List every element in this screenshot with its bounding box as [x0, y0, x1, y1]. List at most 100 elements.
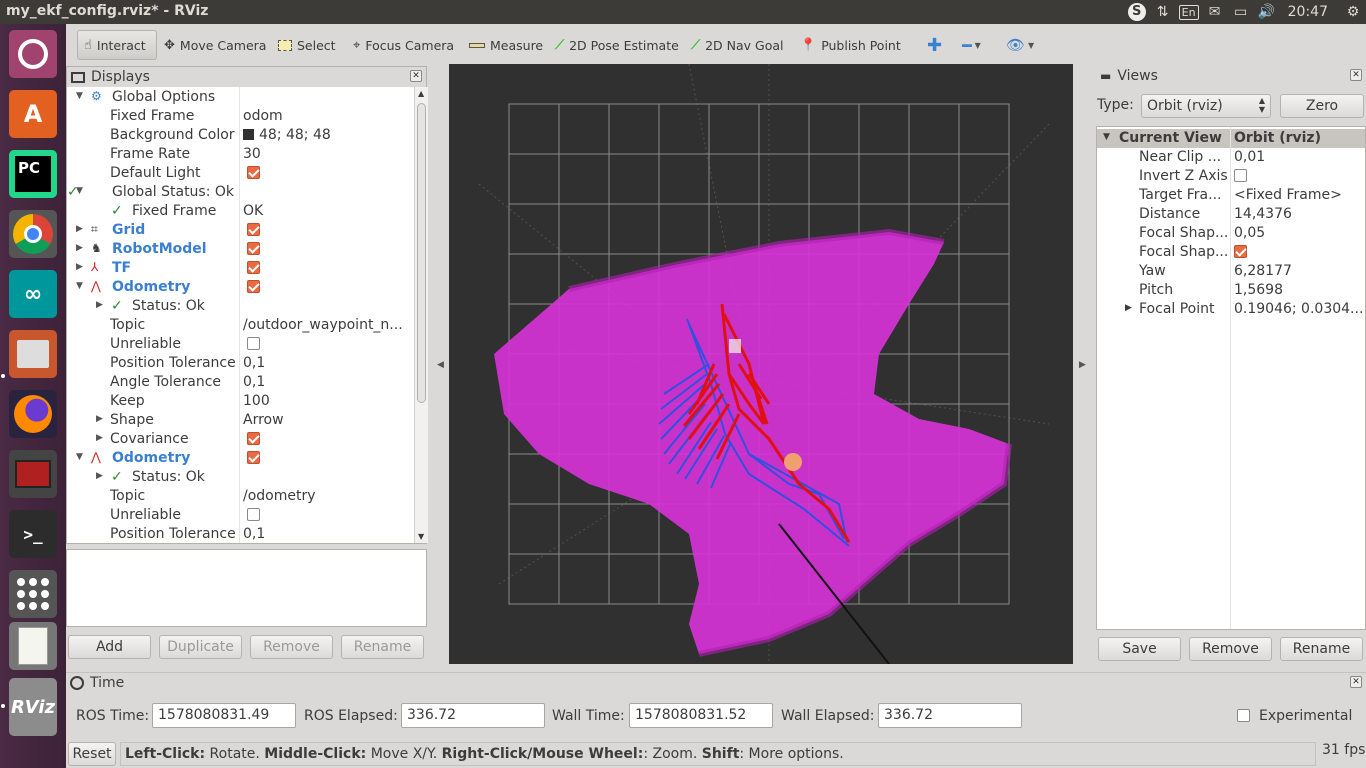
collapse-right-icon[interactable]: ▶	[1079, 360, 1086, 370]
volume-icon[interactable]: 🔊	[1254, 0, 1280, 24]
duplicate-button[interactable]: Duplicate	[159, 635, 242, 659]
rviz-icon[interactable]: RViz	[9, 678, 57, 736]
expand-arrow-icon[interactable]: ▶	[96, 300, 103, 310]
expand-arrow-icon[interactable]: ▶	[76, 243, 83, 253]
skype-icon[interactable]: S	[1124, 0, 1150, 24]
ubuntu-icon[interactable]	[9, 30, 57, 78]
display-row[interactable]: ▼ ⚙ Global Options	[67, 88, 414, 107]
display-row[interactable]: Frame Rate 30	[67, 145, 414, 164]
property-checkbox[interactable]	[1234, 245, 1247, 258]
expand-arrow-icon[interactable]: ▶	[1125, 303, 1132, 313]
publish-point-tool-button[interactable]: 📍 Publish Point	[794, 30, 907, 60]
pycharm-icon[interactable]: PC	[9, 150, 57, 198]
view-property-row[interactable]: Yaw 6,28177	[1097, 262, 1365, 281]
display-row[interactable]: Position Tolerance 0,1	[67, 354, 414, 373]
display-row-value-cell[interactable]: OK	[243, 203, 413, 219]
display-row-value-cell[interactable]	[243, 336, 413, 352]
view-property-row[interactable]: Distance 14,4376	[1097, 205, 1365, 224]
color-swatch[interactable]	[243, 129, 254, 140]
files-icon[interactable]	[9, 330, 57, 378]
display-row[interactable]: Unreliable	[67, 506, 414, 525]
expand-arrow-icon[interactable]: ▶	[96, 471, 103, 481]
collapse-arrow-icon[interactable]: ▼	[76, 91, 83, 101]
scene-render[interactable]	[449, 64, 1073, 664]
view-property-value[interactable]: 14,4376	[1234, 206, 1364, 222]
view-property-row[interactable]: Pitch 1,5698	[1097, 281, 1365, 300]
display-row-value-cell[interactable]: /outdoor_waypoint_n...	[243, 317, 413, 333]
collapse-arrow-icon[interactable]: ▼	[76, 281, 83, 291]
network-transfer-icon[interactable]: ⇅	[1150, 0, 1176, 24]
expand-arrow-icon[interactable]: ▼	[1103, 132, 1110, 142]
display-row-value-cell[interactable]: 0,1	[243, 355, 413, 371]
display-row[interactable]: ▶ ⌗ Grid	[67, 221, 414, 240]
view-type-select[interactable]: Orbit (rviz) ▲ ▼	[1141, 94, 1271, 118]
display-row[interactable]: ▶ Shape Arrow	[67, 411, 414, 430]
close-icon[interactable]: ✕	[1350, 676, 1362, 688]
pose-estimate-tool-button[interactable]: ⟋ 2D Pose Estimate	[549, 30, 685, 60]
enabled-checkbox[interactable]	[247, 337, 260, 350]
property-checkbox[interactable]	[1234, 169, 1247, 182]
view-property-value[interactable]	[1234, 244, 1364, 260]
enabled-checkbox[interactable]	[247, 280, 260, 293]
display-row[interactable]: ✓ Fixed Frame OK	[67, 202, 414, 221]
rename-view-button[interactable]: Rename	[1280, 637, 1363, 661]
move-camera-tool-button[interactable]: ✥ Move Camera	[158, 30, 272, 60]
remove-tool-icon[interactable]: ━ ▼	[956, 30, 987, 60]
terminal-icon[interactable]: >_	[9, 510, 57, 558]
display-row[interactable]: ▶ ✓ Status: Ok	[67, 468, 414, 487]
interact-tool-button[interactable]: ☝ Interact	[77, 30, 157, 60]
display-row[interactable]: Background Color 48; 48; 48	[67, 126, 414, 145]
text-editor-icon[interactable]	[9, 622, 57, 670]
expand-arrow-icon[interactable]: ▶	[96, 433, 103, 443]
display-row[interactable]: ▶ Covariance	[67, 430, 414, 449]
display-row-value-cell[interactable]	[243, 507, 413, 523]
enabled-checkbox[interactable]	[247, 223, 260, 236]
apps-grid-icon[interactable]	[9, 570, 57, 618]
display-row[interactable]: Angle Tolerance 0,1	[67, 373, 414, 392]
scroll-down-icon[interactable]: ▼	[418, 532, 424, 541]
display-row-value-cell[interactable]	[243, 165, 413, 181]
view-property-value[interactable]	[1234, 168, 1364, 184]
collapse-arrow-icon[interactable]: ▼	[76, 452, 83, 462]
3d-viewport[interactable]	[449, 64, 1073, 664]
expand-arrow-icon[interactable]: ▶	[96, 414, 103, 424]
nav-goal-tool-button[interactable]: ⟋ 2D Nav Goal	[685, 30, 790, 60]
display-row[interactable]: ▶ ✓ Status: Ok	[67, 297, 414, 316]
rename-display-button[interactable]: Rename	[341, 635, 424, 659]
remove-display-button[interactable]: Remove	[250, 635, 333, 659]
display-row[interactable]: Position Tolerance 0,1	[67, 525, 414, 543]
display-row[interactable]: ▶ ⅄ TF	[67, 259, 414, 278]
displays-scrollbar[interactable]: ▲ ▼	[414, 87, 428, 543]
scrollbar-thumb[interactable]	[417, 103, 426, 403]
expand-arrow-icon[interactable]: ▶	[76, 224, 83, 234]
enabled-checkbox[interactable]	[247, 508, 260, 521]
view-property-value[interactable]: 6,28177	[1234, 263, 1364, 279]
add-button[interactable]: Add	[68, 635, 151, 659]
view-property-value[interactable]: 0.19046; 0.0304...	[1234, 301, 1364, 317]
zero-button[interactable]: Zero	[1280, 94, 1364, 118]
select-tool-button[interactable]: Select	[272, 30, 342, 60]
display-row-value-cell[interactable]: odom	[243, 108, 413, 124]
experimental-checkbox[interactable]	[1237, 709, 1250, 722]
enabled-checkbox[interactable]	[247, 451, 260, 464]
save-view-button[interactable]: Save	[1098, 637, 1181, 661]
display-row[interactable]: Keep 100	[67, 392, 414, 411]
display-row-value-cell[interactable]	[243, 431, 413, 447]
collapse-left-icon[interactable]: ◀	[437, 360, 444, 370]
chrome-icon[interactable]	[9, 210, 57, 258]
firefox-icon[interactable]	[9, 390, 57, 438]
view-property-row[interactable]: Near Clip ... 0,01	[1097, 148, 1365, 167]
display-row[interactable]: ▼ ⋀ Odometry	[67, 449, 414, 468]
display-row[interactable]: Topic/odometry	[67, 487, 414, 506]
measure-tool-button[interactable]: Measure	[463, 30, 549, 60]
view-property-value[interactable]: 0,01	[1234, 149, 1364, 165]
display-row[interactable]: Fixed Frame odom	[67, 107, 414, 126]
view-property-row[interactable]: Target Fra... <Fixed Frame>	[1097, 186, 1365, 205]
display-row-value-cell[interactable]: /odometry	[243, 488, 413, 504]
display-row[interactable]: Topic/outdoor_waypoint_n...	[67, 316, 414, 335]
display-row-value-cell[interactable]	[243, 260, 413, 276]
wall-elapsed-field[interactable]: 336.72	[878, 703, 1022, 728]
display-row-value-cell[interactable]	[243, 450, 413, 466]
ros-elapsed-field[interactable]: 336.72	[401, 703, 545, 728]
display-row[interactable]: Unreliable	[67, 335, 414, 354]
